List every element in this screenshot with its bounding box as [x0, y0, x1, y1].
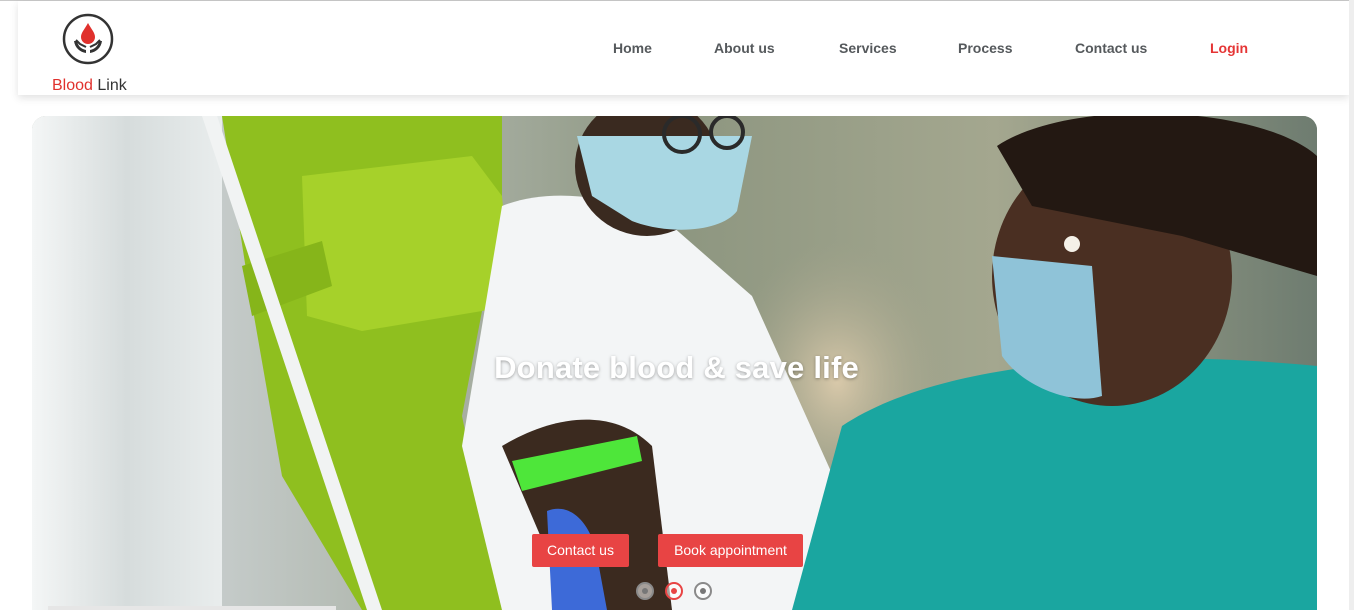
- book-appointment-button[interactable]: Book appointment: [658, 534, 803, 567]
- nav-login[interactable]: Login: [1210, 40, 1248, 56]
- brand-name-part1: Blood: [52, 77, 93, 94]
- nav-contact-us[interactable]: Contact us: [1075, 40, 1147, 56]
- bottom-strip: [48, 606, 336, 610]
- nav-process[interactable]: Process: [958, 40, 1012, 56]
- blood-drop-hands-icon: [62, 13, 114, 65]
- brand-name: Blood Link: [52, 77, 127, 95]
- hero-title: Donate blood & save life: [32, 350, 1317, 386]
- scrollbar-track[interactable]: [1349, 0, 1354, 610]
- nav-home[interactable]: Home: [613, 40, 652, 56]
- carousel-indicator-1[interactable]: [636, 582, 654, 600]
- carousel-indicator-2[interactable]: [665, 582, 683, 600]
- hero-carousel: Donate blood & save life Contact us Book…: [32, 116, 1317, 610]
- nav-about-us[interactable]: About us: [714, 40, 775, 56]
- contact-us-button[interactable]: Contact us: [532, 534, 629, 567]
- carousel-indicator-3[interactable]: [694, 582, 712, 600]
- hero-title-text: Donate blood & save life: [494, 350, 859, 385]
- navbar: Blood Link Home About us Services Proces…: [18, 1, 1349, 95]
- nav-services[interactable]: Services: [839, 40, 897, 56]
- brand-logo[interactable]: Blood Link: [52, 11, 144, 94]
- brand-name-part2: Link: [97, 77, 127, 94]
